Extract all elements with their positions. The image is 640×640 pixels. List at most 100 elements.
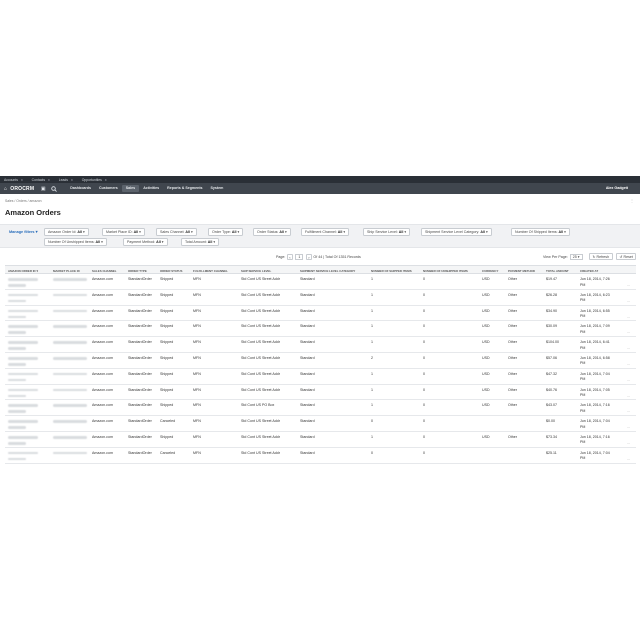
row-actions-icon[interactable]: ... <box>627 408 630 413</box>
pin-leads[interactable]: Leads x <box>59 178 73 182</box>
col-fulfillment-channel[interactable]: Fulfillment Channel <box>193 269 228 273</box>
table-row[interactable]: Amazon.com StandardOrder Shipped MFN Std Con… <box>5 321 636 338</box>
menu-reports-segments[interactable]: Reports & Segments <box>163 185 206 192</box>
col-sales-channel[interactable]: Sales Channel <box>92 269 117 273</box>
filter-number-of-unshipped-items[interactable]: Number Of Unshipped Items: All ▾ <box>44 238 107 246</box>
currency-cell: USD <box>482 277 490 281</box>
close-icon[interactable]: x <box>105 178 107 182</box>
filter-amazon-order-id[interactable]: Amazon Order Id: All ▾ <box>44 228 89 236</box>
fulfillment-channel-cell: MFN <box>193 292 201 297</box>
sort-icon: ▾ <box>36 268 38 273</box>
row-actions-icon[interactable]: ... <box>627 424 630 429</box>
redacted-text <box>8 372 38 376</box>
redacted-text <box>8 299 26 303</box>
close-icon[interactable]: x <box>71 178 73 182</box>
close-icon[interactable]: x <box>21 178 23 182</box>
row-actions-icon[interactable]: ... <box>627 377 630 382</box>
shipment-category-cell: Standard <box>300 403 315 408</box>
order-status-cell: Shipped <box>160 340 174 345</box>
page-number-input[interactable]: 1 <box>295 254 304 260</box>
main-menu: Dashboards Customers Sales Activities Re… <box>66 183 227 194</box>
col-shipment-service-level-category[interactable]: Shipment Service Level Category <box>300 269 355 273</box>
view-per-page-select[interactable]: 25 ▾ <box>569 254 583 260</box>
table-row[interactable]: Amazon.com StandardOrder Shipped MFN Std Con… <box>5 432 636 448</box>
fulfillment-channel-cell: MFN <box>193 387 201 392</box>
next-page-button[interactable]: › <box>305 254 312 260</box>
col-order-type[interactable]: Order Type <box>128 269 147 273</box>
table-row[interactable]: Amazon.com StandardOrder Shipped MFN Std Con… <box>5 290 636 306</box>
table-row[interactable]: Amazon.com StandardOrder Canceled MFN Std Co… <box>5 448 636 464</box>
pin-contacts[interactable]: Contacts x <box>32 178 50 182</box>
row-actions-icon[interactable]: ... <box>627 361 630 366</box>
col-created-at[interactable]: Created At <box>580 269 598 273</box>
shipment-category-cell: Standard <box>300 324 315 329</box>
col-number-of-shipped-items[interactable]: Number Of Shipped Items <box>371 269 412 273</box>
table-row[interactable]: Amazon.com StandardOrder Canceled MFN Std Co… <box>5 416 636 432</box>
col-label: Amazon Order Id <box>8 268 36 273</box>
pagination: Page: ‹ 1 › Of 44 | Total Of 1351 Record… <box>276 254 361 260</box>
ship-service-level-cell: Std Cont US Street Addr <box>241 355 280 360</box>
order-status-cell: Shipped <box>160 324 174 329</box>
unshipped-items-cell: 0 <box>423 292 425 297</box>
filter-market-place-id[interactable]: Market Place ID: All ▾ <box>102 228 145 236</box>
filter-number-of-shipped-items[interactable]: Number Of Shipped Items: All ▾ <box>511 228 570 236</box>
filter-order-status[interactable]: Order Status: All ▾ <box>253 228 291 236</box>
app-logo[interactable]: ⌂ OROCRM <box>4 186 34 192</box>
prev-page-button[interactable]: ‹ <box>286 254 293 260</box>
filter-fulfillment-channel[interactable]: Fulfillment Channel: All ▾ <box>301 228 350 236</box>
table-row[interactable]: Amazon.com StandardOrder Shipped MFN Std Con… <box>5 274 636 290</box>
row-actions-icon[interactable]: ... <box>627 345 630 350</box>
row-actions-icon[interactable]: ... <box>627 440 630 445</box>
refresh-button[interactable]: ↻ Refresh <box>589 253 613 260</box>
user-menu[interactable]: Alex Gadgett <box>606 183 628 194</box>
search-icon[interactable] <box>51 185 58 192</box>
sales-channel-cell: Amazon.com <box>92 371 113 376</box>
pin-accounts[interactable]: Accounts x <box>4 178 23 182</box>
filter-ship-service-level[interactable]: Ship Service Level: All ▾ <box>363 228 411 236</box>
row-actions-icon[interactable]: ... <box>627 329 630 334</box>
fulfillment-channel-cell: MFN <box>193 371 201 376</box>
table-row[interactable]: Amazon.com StandardOrder Shipped MFN Std Con… <box>5 353 636 369</box>
table-row[interactable]: Amazon.com StandardOrder Shipped MFN Std Con… <box>5 337 636 353</box>
close-icon[interactable]: x <box>48 178 50 182</box>
col-number-of-unshipped-items[interactable]: Number Of Unshipped Items <box>423 269 468 273</box>
col-currency[interactable]: Currency <box>482 269 498 273</box>
pin-opportunities[interactable]: Opportunities x <box>82 178 107 182</box>
col-order-status[interactable]: Order Status <box>160 269 182 273</box>
row-actions-icon[interactable]: ... <box>627 282 630 287</box>
filter-shipment-service-level-category[interactable]: Shipment Service Level Category: All ▾ <box>421 228 492 236</box>
more-options-icon[interactable]: ⋮ <box>630 198 634 203</box>
filter-total-amount[interactable]: Total Amount: All ▾ <box>181 238 220 246</box>
menu-activities[interactable]: Activities <box>139 185 163 192</box>
menu-dashboards[interactable]: Dashboards <box>66 185 95 192</box>
menu-system[interactable]: System <box>207 185 228 192</box>
row-actions-icon[interactable]: ... <box>627 298 630 303</box>
inbox-icon[interactable]: ▣ <box>40 186 46 192</box>
row-actions-icon[interactable]: ... <box>627 393 630 398</box>
shipment-category-cell: Standard <box>300 450 315 455</box>
manage-filters-button[interactable]: Manage filters ▾ <box>9 229 38 234</box>
table-row[interactable]: Amazon.com StandardOrder Shipped MFN Std Con… <box>5 369 636 385</box>
table-row[interactable]: Amazon.com StandardOrder Shipped MFN Std Con… <box>5 306 636 322</box>
row-actions-icon[interactable]: ... <box>627 456 630 461</box>
table-row[interactable]: Amazon.com StandardOrder Shipped MFN Std Con… <box>5 385 636 401</box>
filter-value: All <box>480 230 485 234</box>
home-icon: ⌂ <box>4 185 8 192</box>
order-type-cell: StandardOrder <box>128 277 152 281</box>
order-status-cell: Canceled <box>160 450 176 455</box>
reset-button[interactable]: ↺ Reset <box>616 253 637 260</box>
menu-sales[interactable]: Sales <box>121 185 140 192</box>
col-total-amount[interactable]: Total Amount <box>546 269 569 273</box>
table-row[interactable]: Amazon.com StandardOrder Shipped MFN Std Con… <box>5 400 636 417</box>
menu-customers[interactable]: Customers <box>95 185 122 192</box>
total-amount-cell: $57.06 <box>546 355 557 360</box>
col-payment-method[interactable]: Payment Method <box>508 269 535 273</box>
filter-order-type[interactable]: Order Type: All ▾ <box>208 228 244 236</box>
filter-payment-method[interactable]: Payment Method: All ▾ <box>123 238 168 246</box>
row-actions-icon[interactable]: ... <box>627 314 630 319</box>
filter-sales-channel[interactable]: Sales Channel: All ▾ <box>156 228 197 236</box>
col-ship-service-level[interactable]: Ship Service Level <box>241 269 271 273</box>
shipped-items-cell: 1 <box>371 292 373 297</box>
col-amazon-order-id[interactable]: Amazon Order Id ▾ <box>8 269 38 273</box>
col-market-place-id[interactable]: Market Place ID <box>53 269 80 273</box>
